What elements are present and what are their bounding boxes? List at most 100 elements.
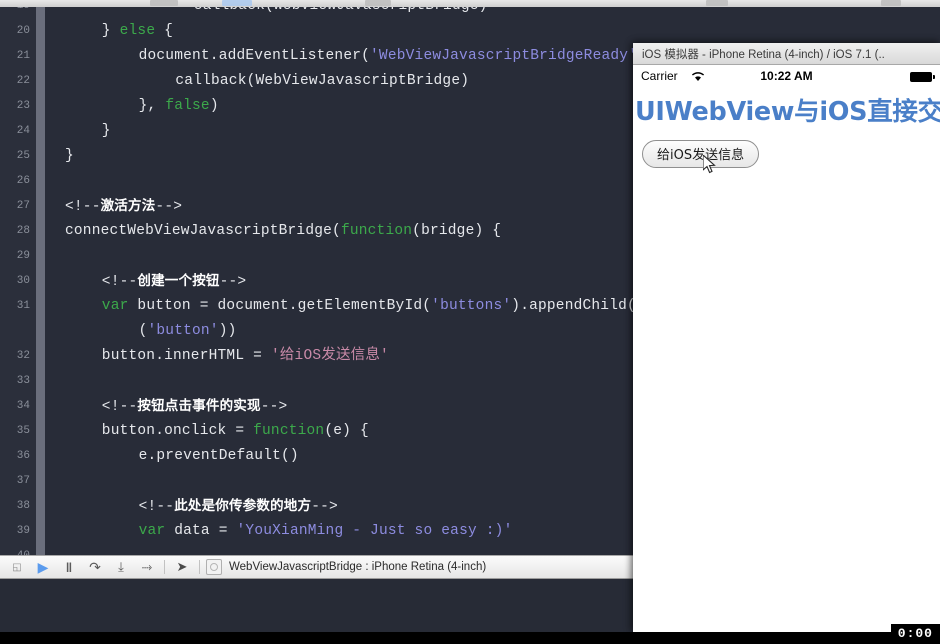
- code-token: (bridge) {: [412, 223, 502, 239]
- line-number: 34: [16, 400, 30, 412]
- code-token: '给iOS发送信息': [270, 348, 389, 364]
- code-token: 创建一个按钮: [137, 273, 220, 289]
- simulator-titlebar[interactable]: iOS 模拟器 - iPhone Retina (4-inch) / iOS 7…: [633, 43, 940, 65]
- code-token: <!--: [101, 274, 138, 290]
- code-token: )): [218, 323, 237, 339]
- simulator-screen[interactable]: Carrier 10:22 AM UIWebView与iOS直接交互 给iOS发…: [633, 66, 940, 632]
- code-line[interactable]: <!--此处是你传参数的地方-->: [45, 494, 338, 519]
- debug-toolbar[interactable]: ◱ ▶ ‖ ↷ ⤓ ⤑ ➤ WebViewJavascriptBridge : …: [0, 555, 634, 579]
- toolbar-chip: [222, 0, 252, 6]
- code-line[interactable]: var data = 'YouXianMing - Just so easy :…: [45, 519, 513, 544]
- step-into-icon[interactable]: ⤓: [108, 556, 134, 578]
- line-number: 27: [16, 200, 30, 212]
- line-number: 39: [16, 525, 30, 537]
- ios-status-bar: Carrier 10:22 AM: [633, 66, 940, 86]
- code-token: -->: [155, 199, 183, 215]
- bottom-black-strip: [0, 632, 940, 644]
- line-number: 38: [16, 500, 30, 512]
- code-line[interactable]: callback(WebViewJavascriptBridge): [45, 69, 469, 94]
- code-token: -->: [311, 499, 338, 515]
- toolbar-divider: [164, 560, 165, 574]
- code-token: false: [165, 98, 210, 114]
- code-line[interactable]: <!--按钮点击事件的实现-->: [45, 394, 287, 419]
- toolbar-chip: [881, 0, 901, 6]
- line-number: 25: [16, 150, 30, 162]
- code-line[interactable]: } else {: [45, 19, 173, 44]
- code-token: -->: [260, 399, 288, 415]
- debug-scheme-path: WebViewJavascriptBridge : iPhone Retina …: [229, 561, 487, 573]
- code-token: data =: [165, 523, 237, 539]
- code-token: 'button': [147, 323, 219, 339]
- status-time: 10:22 AM: [760, 69, 813, 83]
- code-line[interactable]: [45, 469, 65, 494]
- code-line[interactable]: }, false): [45, 94, 219, 119]
- recording-timer: 0:00: [890, 624, 940, 644]
- code-line[interactable]: }: [45, 119, 111, 144]
- code-token: 激活方法: [100, 198, 156, 214]
- code-line[interactable]: [45, 169, 65, 194]
- line-number: 19: [0, 7, 30, 19]
- line-number: 26: [16, 175, 30, 187]
- code-token: <!--: [101, 399, 138, 415]
- code-line[interactable]: [45, 544, 65, 555]
- code-token: var: [138, 523, 166, 539]
- code-line[interactable]: e.preventDefault(): [45, 444, 299, 469]
- code-token: document.addEventListener(: [138, 48, 371, 64]
- code-token: callback(WebViewJavascriptBridge): [194, 7, 488, 14]
- simulate-location-icon[interactable]: ➤: [169, 556, 195, 578]
- pause-icon[interactable]: ‖: [56, 556, 82, 578]
- code-token: callback(WebViewJavascriptBridge): [175, 73, 470, 89]
- code-token: var: [101, 298, 129, 314]
- continue-icon[interactable]: ▶: [30, 556, 56, 578]
- code-token: connectWebViewJavascriptBridge(: [65, 223, 341, 239]
- code-token: 此处是你传参数的地方: [174, 498, 312, 514]
- step-over-icon[interactable]: ↷: [82, 556, 108, 578]
- code-line[interactable]: [45, 369, 65, 394]
- code-line[interactable]: ('button')): [45, 319, 237, 344]
- line-number: 40: [0, 544, 30, 555]
- line-number: 37: [16, 475, 30, 487]
- code-token: (: [138, 323, 148, 339]
- code-token: 按钮点击事件的实现: [137, 398, 261, 414]
- code-line[interactable]: button.innerHTML = '给iOS发送信息': [45, 344, 389, 369]
- code-token: <!--: [65, 199, 101, 215]
- send-to-ios-button[interactable]: 给iOS发送信息: [642, 140, 760, 168]
- code-token: e.preventDefault(): [138, 448, 299, 464]
- simulator-title: iOS 模拟器 - iPhone Retina (4-inch) / iOS 7…: [642, 48, 885, 61]
- code-line[interactable]: button.onclick = function(e) {: [45, 419, 369, 444]
- page-title: UIWebView与iOS直接交互: [635, 97, 940, 127]
- gutter-rail: [36, 7, 45, 555]
- code-line[interactable]: connectWebViewJavascriptBridge(function(…: [45, 219, 501, 244]
- hide-debug-area-icon[interactable]: ◱: [4, 556, 30, 578]
- code-token: button = document.getElementById(: [128, 298, 432, 314]
- code-line[interactable]: <!--创建一个按钮-->: [45, 269, 246, 294]
- line-number: 28: [16, 225, 30, 237]
- code-token: 'buttons': [431, 298, 512, 314]
- code-line[interactable]: [45, 244, 65, 269]
- line-number: 32: [16, 350, 30, 362]
- code-token: button.onclick =: [101, 423, 254, 439]
- code-line[interactable]: callback(WebViewJavascriptBridge): [45, 7, 488, 19]
- code-token: ): [209, 98, 219, 114]
- line-number: 24: [16, 125, 30, 137]
- ios-simulator-window[interactable]: iOS 模拟器 - iPhone Retina (4-inch) / iOS 7…: [633, 43, 940, 632]
- code-token: else: [119, 23, 156, 39]
- line-number: 20: [16, 25, 30, 37]
- buttons-container: 给iOS发送信息: [633, 140, 940, 168]
- code-line[interactable]: <!--激活方法-->: [45, 194, 182, 219]
- code-token: <!--: [138, 499, 175, 515]
- line-number: 23: [16, 100, 30, 112]
- code-token: (e) {: [324, 423, 369, 439]
- line-number: 29: [16, 250, 30, 262]
- scheme-icon: [206, 559, 222, 575]
- toolbar-chip: [706, 0, 728, 6]
- line-number: 33: [16, 375, 30, 387]
- code-token: }: [101, 23, 120, 39]
- battery-icon: [910, 72, 935, 82]
- toolbar-chip: [365, 0, 391, 6]
- step-out-icon[interactable]: ⤑: [134, 556, 160, 578]
- code-line[interactable]: }: [45, 144, 74, 169]
- line-number: 35: [16, 425, 30, 437]
- toolbar-chip: [150, 0, 178, 6]
- code-token: function: [253, 423, 325, 439]
